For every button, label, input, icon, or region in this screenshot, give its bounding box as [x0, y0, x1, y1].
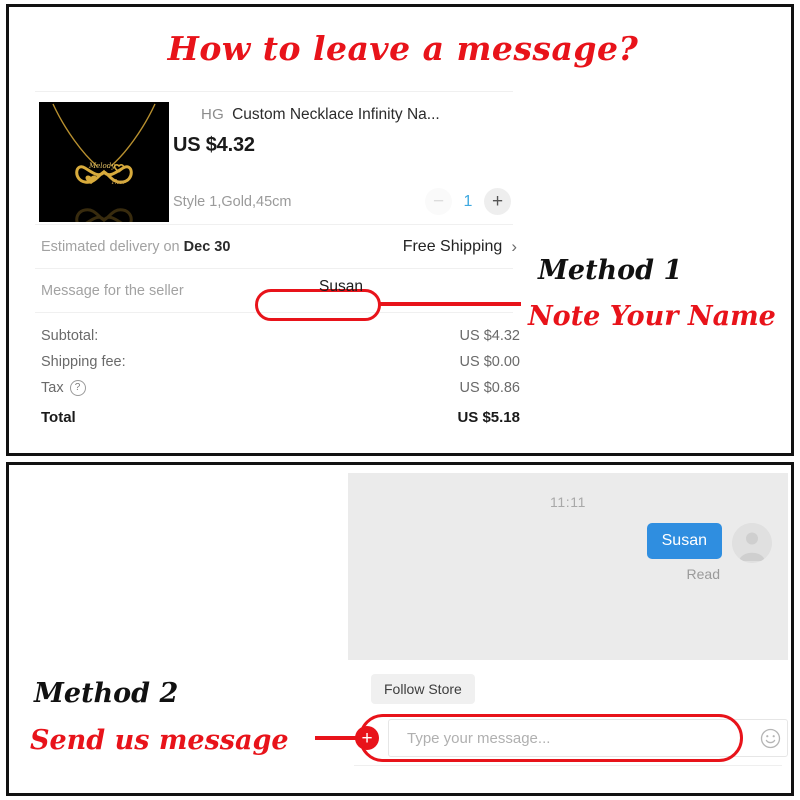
divider: [354, 765, 782, 766]
chat-timestamp: 11:11: [550, 494, 586, 510]
chat-read-status: Read: [686, 566, 720, 582]
total-row: Tax ? US $0.86: [41, 375, 525, 401]
grand-total-row: Total US $5.18: [41, 404, 525, 430]
add-attachment-button[interactable]: +: [355, 726, 379, 750]
product-price: US $4.32: [173, 134, 255, 156]
total-label-group: Tax ?: [41, 380, 86, 396]
total-value: US $4.32: [459, 328, 520, 344]
delivery-row[interactable]: Estimated delivery on Dec 30 Free Shippi…: [31, 225, 531, 268]
total-row: Shipping fee: US $0.00: [41, 349, 525, 375]
follow-store-button[interactable]: Follow Store: [371, 674, 475, 704]
smiley-face-icon: [760, 728, 780, 748]
total-value: US $0.86: [459, 380, 520, 396]
annotation-method1-title: Method 1: [538, 255, 683, 286]
variant-row: Style 1,Gold,45cm − 1 +: [173, 188, 523, 215]
total-row: Subtotal: US $4.32: [41, 323, 525, 349]
quantity-decrease-button[interactable]: −: [425, 188, 452, 215]
delivery-date: Dec 30: [183, 238, 231, 255]
quantity-stepper[interactable]: − 1 +: [425, 188, 523, 215]
order-panel: How to leave a message? Melody Thor HG C…: [6, 4, 794, 456]
total-label: Shipping fee:: [41, 354, 126, 370]
delivery-label: Estimated delivery on Dec 30: [41, 239, 230, 255]
help-question-icon[interactable]: ?: [69, 380, 86, 396]
chat-message-bubble[interactable]: Susan: [646, 523, 722, 559]
store-badge[interactable]: HG: [201, 106, 224, 123]
product-name[interactable]: Custom Necklace Infinity Na...: [232, 106, 440, 124]
annotation-method2-subtitle: Send us message: [30, 725, 289, 756]
totals-list: Subtotal: US $4.32 Shipping fee: US $0.0…: [31, 317, 531, 430]
svg-text:Thor: Thor: [111, 179, 126, 186]
shipping-option[interactable]: Free Shipping ›: [403, 237, 525, 257]
seller-message-label: Message for the seller: [41, 282, 184, 299]
variant-text[interactable]: Style 1,Gold,45cm: [173, 194, 291, 210]
total-label: Tax: [41, 380, 64, 396]
chat-bubble-column: Susan Read: [646, 523, 722, 582]
grand-total-label: Total: [41, 408, 76, 426]
total-label: Subtotal:: [41, 328, 99, 344]
product-title-line[interactable]: HG Custom Necklace Infinity Na...: [173, 106, 523, 124]
product-info: HG Custom Necklace Infinity Na... US $4.…: [173, 106, 523, 157]
annotation-ellipse-message-input: [359, 714, 743, 762]
product-thumbnail[interactable]: Melody Thor: [39, 102, 169, 222]
annotation-method1-subtitle: Note Your Name: [528, 301, 776, 332]
chevron-right-icon: ›: [511, 236, 517, 256]
grand-total-value: US $5.18: [457, 408, 520, 426]
quantity-value: 1: [463, 192, 473, 210]
chat-message-area: 11:11 Susan Read: [348, 473, 788, 660]
emoji-icon[interactable]: [753, 728, 787, 749]
shipping-label: Free Shipping: [402, 237, 503, 255]
page-title: How to leave a message?: [167, 29, 639, 68]
order-summary-card: Melody Thor HG Custom Necklace Infinity …: [31, 91, 531, 430]
avatar: [732, 523, 772, 563]
necklace-image: Melody Thor: [39, 102, 169, 222]
chat-message-row: Susan Read: [646, 523, 772, 582]
svg-text:Melody: Melody: [88, 162, 116, 170]
quantity-increase-button[interactable]: +: [484, 188, 511, 215]
screenshot-root: How to leave a message? Melody Thor HG C…: [0, 0, 800, 800]
total-value: US $0.00: [459, 354, 520, 370]
seller-message-value[interactable]: Susan: [293, 278, 389, 296]
annotation-pointer-line-1: [379, 302, 521, 306]
product-row[interactable]: Melody Thor HG Custom Necklace Infinity …: [31, 92, 531, 224]
user-avatar-icon: [732, 523, 772, 563]
annotation-method2-title: Method 2: [34, 678, 179, 709]
delivery-label-prefix: Estimated delivery on: [41, 238, 184, 255]
